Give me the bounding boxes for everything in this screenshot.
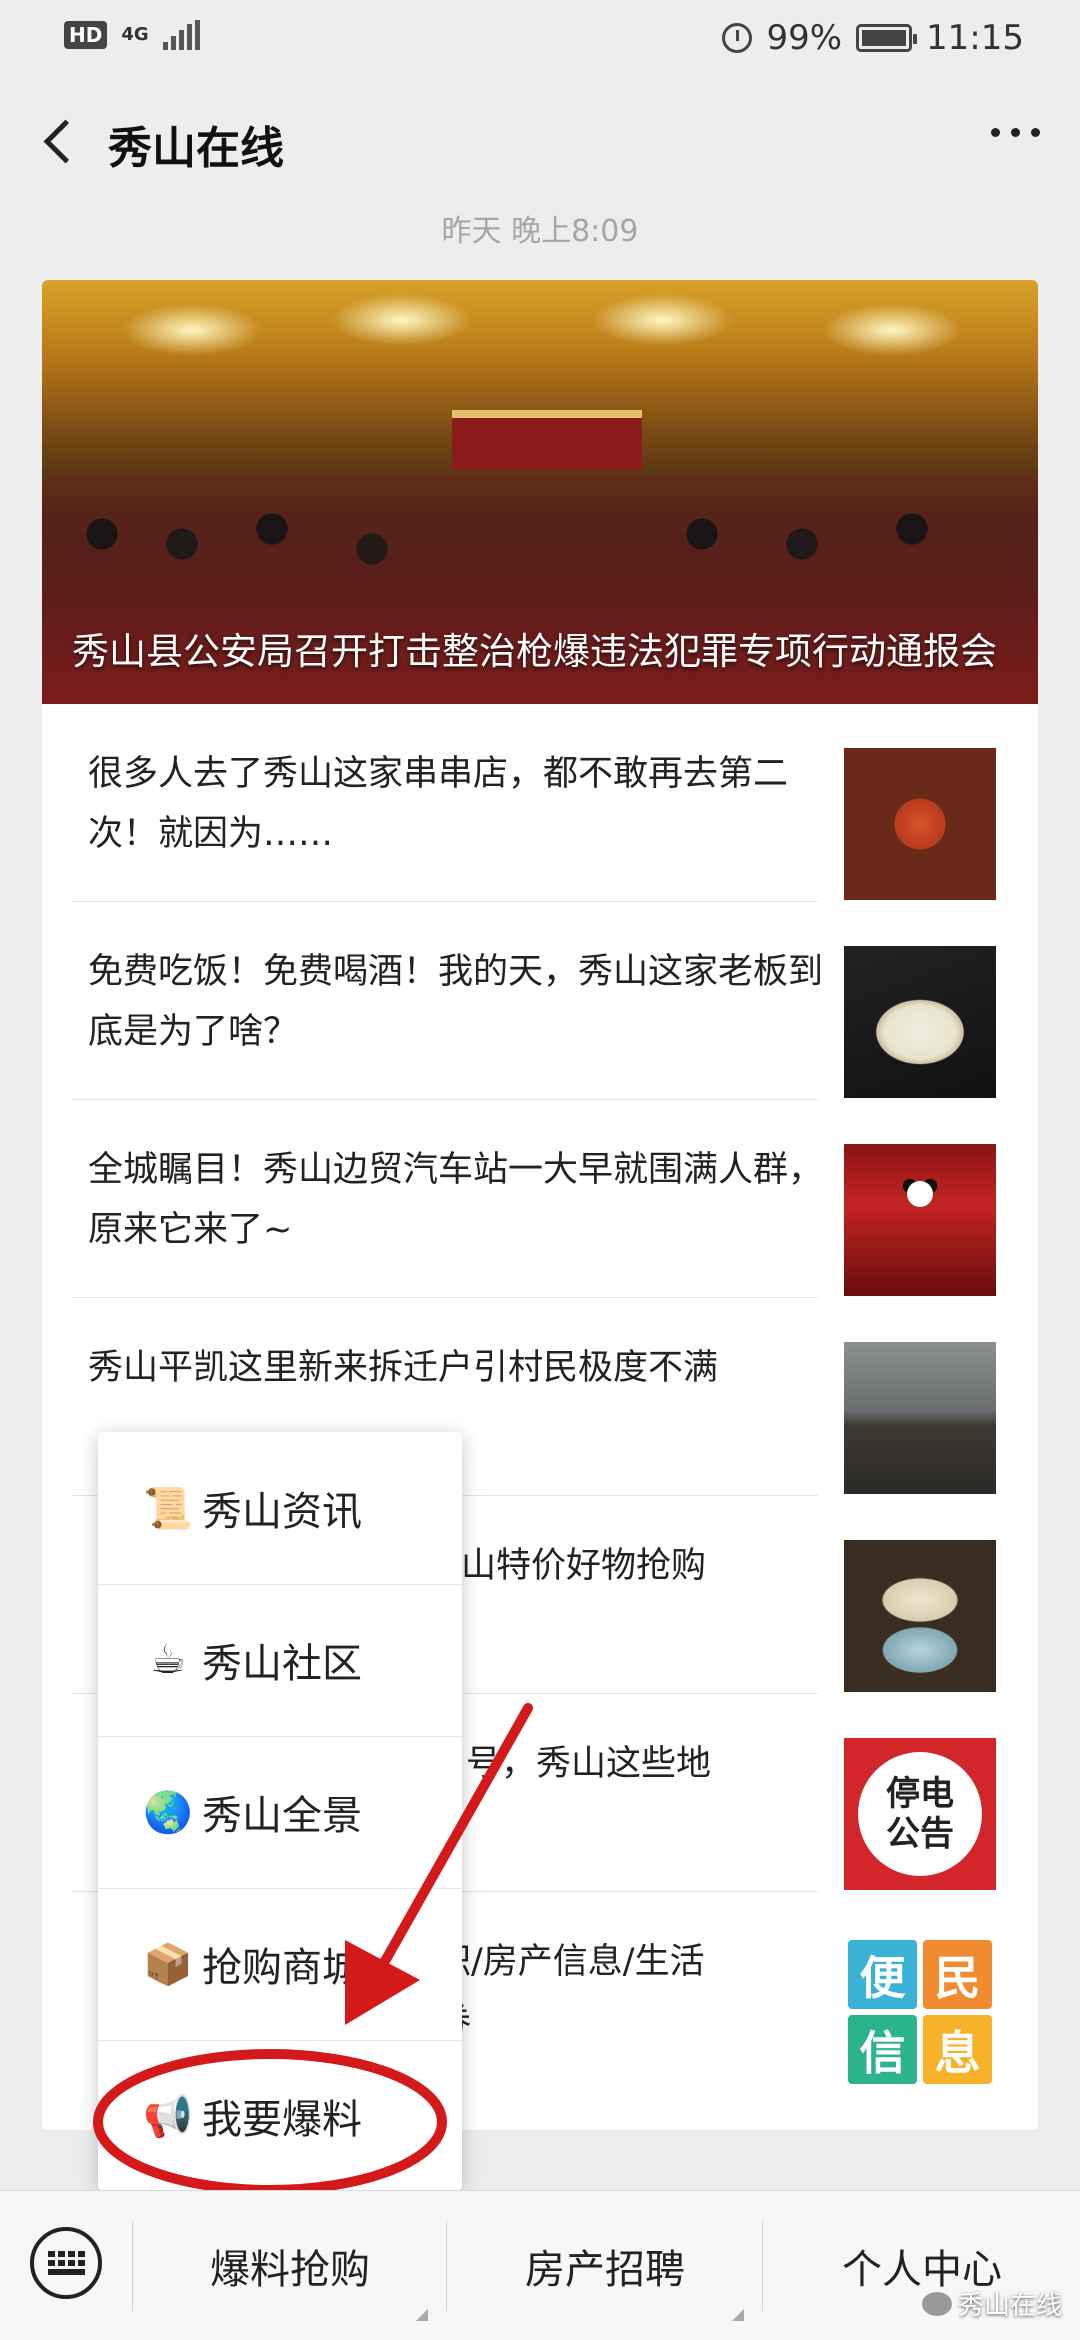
network-indicator: 4G: [121, 24, 149, 45]
hd-badge: HD: [64, 21, 108, 49]
back-arrow-icon[interactable]: [36, 114, 86, 164]
thumb-text: 公告: [886, 1814, 954, 1854]
menu-item-report-tip[interactable]: 📢 我要爆料: [98, 2040, 462, 2192]
menu-item-label: 秀山社区: [202, 1641, 362, 1687]
menu-item-label: 秀山资讯: [202, 1489, 362, 1535]
hotpot-thumbnail: [844, 1540, 996, 1692]
menu-item-label: 秀山全景: [202, 1793, 362, 1839]
title-bar: 秀山在线: [0, 90, 1080, 190]
power-notice-thumbnail: 停电 公告: [844, 1738, 996, 1890]
coffee-icon: ☕: [150, 1637, 186, 1683]
battery-percent: 99%: [766, 18, 843, 58]
article-title: 秀山平凯这里新来拆迁户引村民极度不满: [88, 1348, 719, 1388]
more-options-icon[interactable]: [991, 128, 1040, 137]
hero-article[interactable]: 秀山县公安局召开打击整治枪爆违法犯罪专项行动通报会: [42, 280, 1038, 704]
article-item[interactable]: 免费吃饭！免费喝酒！我的天，秀山这家老板到底是为了啥？: [42, 902, 1038, 1100]
clock: 11:15: [926, 18, 1024, 58]
menu-item-panorama[interactable]: 🌏 秀山全景: [98, 1736, 462, 1888]
tab-housing-jobs[interactable]: 房产招聘: [448, 2191, 762, 2340]
rice-thumbnail: [844, 946, 996, 1098]
battery-icon: [856, 24, 918, 52]
hero-title: 秀山县公安局召开打击整治枪爆违法犯罪专项行动通报会: [72, 630, 997, 673]
article-title: 免费吃饭！免费喝酒！我的天，秀山这家老板到底是为了啥？: [88, 952, 824, 1052]
article-title: 号，秀山这些地: [466, 1744, 712, 1784]
bianmin-thumbnail: 便 民 信 息: [844, 1936, 996, 2088]
alarm-icon: [722, 23, 753, 53]
bottom-menu-bar: 爆料抢购 房产招聘 个人中心 秀山在线: [0, 2190, 1080, 2340]
wechat-icon: [921, 2291, 952, 2316]
tab-label: 爆料抢购: [210, 2247, 370, 2293]
thumb-text: 停电: [886, 1774, 954, 1814]
keyboard-icon[interactable]: [30, 2227, 102, 2299]
watermark: 秀山在线: [921, 2285, 1062, 2322]
globe-icon: 🌏: [143, 1789, 193, 1836]
article-title: 全城瞩目！秀山边贸汽车站一大早就围满人群，原来它来了~: [88, 1150, 824, 1250]
article-title: 秀山特价好物抢购: [426, 1546, 707, 1586]
menu-item-label: 抢购商城: [202, 1945, 362, 1991]
article-title: 职/房产信息/生活券: [436, 1942, 705, 2042]
scroll-icon: 📜: [143, 1485, 193, 1532]
food-thumbnail: [844, 748, 996, 900]
stage-thumbnail: [844, 1144, 996, 1296]
page-title: 秀山在线: [108, 123, 284, 174]
menu-item-label: 我要爆料: [202, 2097, 362, 2143]
menu-item-community[interactable]: ☕ 秀山社区: [98, 1584, 462, 1736]
landscape-thumbnail: [844, 1342, 996, 1494]
menu-item-news[interactable]: 📜 秀山资讯: [98, 1432, 462, 1584]
menu-item-mall[interactable]: 📦 抢购商城: [98, 1888, 462, 2040]
message-timestamp: 昨天 晚上8:09: [441, 214, 639, 249]
package-icon: 📦: [143, 1941, 193, 1988]
tab-label: 房产招聘: [525, 2247, 685, 2293]
hero-image: [452, 410, 642, 470]
status-bar: HD 4G 99% 11:15: [0, 0, 1080, 80]
megaphone-icon: 📢: [143, 2093, 193, 2140]
article-title: 很多人去了秀山这家串串店，都不敢再去第二次！就因为……: [88, 754, 789, 854]
article-item[interactable]: 很多人去了秀山这家串串店，都不敢再去第二次！就因为……: [42, 704, 1038, 902]
signal-icon: [162, 20, 200, 50]
article-item[interactable]: 全城瞩目！秀山边贸汽车站一大早就围满人群，原来它来了~: [42, 1100, 1038, 1298]
tab-report-buy[interactable]: 爆料抢购: [134, 2191, 446, 2340]
submenu-popup: 📜 秀山资讯 ☕ 秀山社区 🌏 秀山全景 📦 抢购商城 📢 我要爆料: [98, 1432, 462, 2210]
